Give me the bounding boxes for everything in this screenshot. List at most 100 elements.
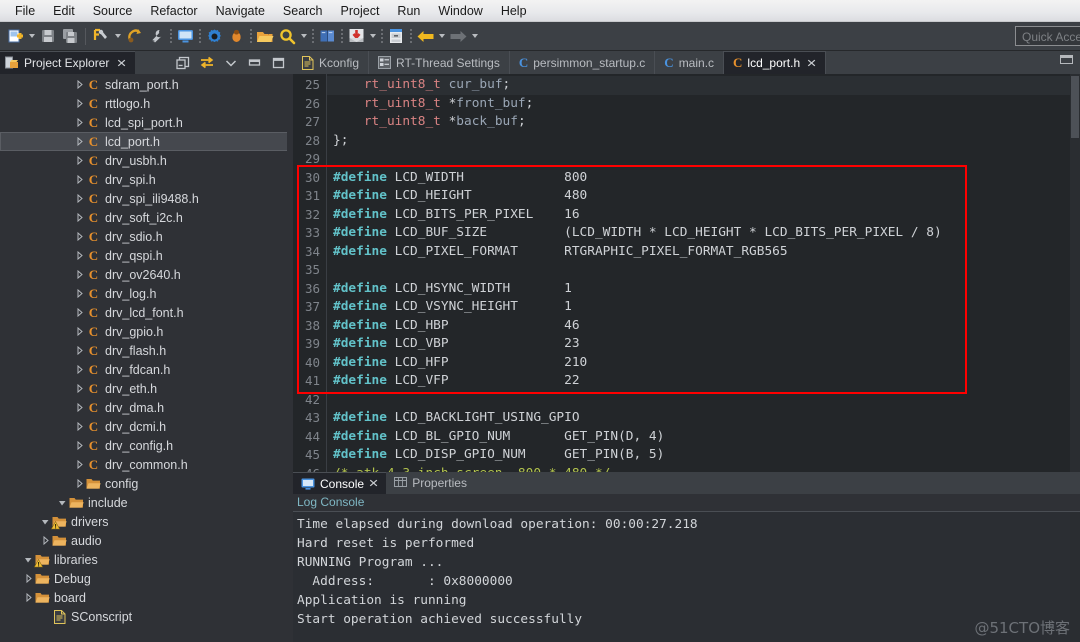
forward-arrow-icon[interactable] <box>447 25 469 47</box>
menu-item-source[interactable]: Source <box>84 1 142 21</box>
menu-item-refactor[interactable]: Refactor <box>141 1 206 21</box>
tree-item-drv-gpio-h[interactable]: Cdrv_gpio.h <box>0 322 293 341</box>
download-icon[interactable] <box>345 25 367 47</box>
tree-item-drv-flash-h[interactable]: Cdrv_flash.h <box>0 341 293 360</box>
tree-item-drivers[interactable]: drivers <box>0 512 293 531</box>
tree-item-debug[interactable]: Debug <box>0 569 293 588</box>
menu-item-search[interactable]: Search <box>274 1 332 21</box>
back-arrow-icon[interactable] <box>414 25 436 47</box>
maximize-icon[interactable] <box>271 55 286 70</box>
menu-item-project[interactable]: Project <box>332 1 389 21</box>
menu-item-edit[interactable]: Edit <box>44 1 84 21</box>
chevron-right-icon[interactable] <box>74 246 85 265</box>
code-line[interactable]: #define LCD_PIXEL_FORMAT RTGRAPHIC_PIXEL… <box>327 243 1080 262</box>
sync-icon[interactable] <box>199 55 214 70</box>
build-dropdown-caret[interactable] <box>112 26 123 46</box>
tree-item-drv-eth-h[interactable]: Cdrv_eth.h <box>0 379 293 398</box>
console-tab-console[interactable]: Console ✕ <box>293 472 387 494</box>
code-line[interactable]: }; <box>327 132 1080 151</box>
tree-item-drv-sdio-h[interactable]: Cdrv_sdio.h <box>0 227 293 246</box>
search-icon[interactable] <box>276 25 298 47</box>
chevron-right-icon[interactable] <box>74 455 85 474</box>
code-line[interactable]: #define LCD_HFP 210 <box>327 354 1080 373</box>
chevron-right-icon[interactable] <box>23 588 34 607</box>
tree-item-drv-qspi-h[interactable]: Cdrv_qspi.h <box>0 246 293 265</box>
tree-item-drv-fdcan-h[interactable]: Cdrv_fdcan.h <box>0 360 293 379</box>
tree-item-board[interactable]: board <box>0 588 293 607</box>
tree-item-rttlogo-h[interactable]: Crttlogo.h <box>0 94 293 113</box>
console-scrollbar[interactable] <box>1070 512 1080 642</box>
chevron-right-icon[interactable] <box>74 75 85 94</box>
tree-item-drv-common-h[interactable]: Cdrv_common.h <box>0 455 293 474</box>
wrench-icon[interactable] <box>145 25 167 47</box>
save-all-icon[interactable] <box>59 25 81 47</box>
chevron-right-icon[interactable] <box>74 284 85 303</box>
code-line[interactable]: #define LCD_VFP 22 <box>327 372 1080 391</box>
menu-item-navigate[interactable]: Navigate <box>207 1 274 21</box>
console-icon[interactable] <box>174 25 196 47</box>
tree-item-include[interactable]: include <box>0 493 293 512</box>
tree-item-drv-soft-i2c-h[interactable]: Cdrv_soft_i2c.h <box>0 208 293 227</box>
chevron-right-icon[interactable] <box>74 189 85 208</box>
code-line[interactable]: #define LCD_BACKLIGHT_USING_GPIO <box>327 409 1080 428</box>
project-tree[interactable]: Csdram_port.h Crttlogo.h Clcd_spi_port.h Cl… <box>0 74 293 642</box>
tree-item-drv-dcmi-h[interactable]: Cdrv_dcmi.h <box>0 417 293 436</box>
code-line[interactable]: rt_uint8_t cur_buf; <box>327 76 1080 95</box>
tree-item-libraries[interactable]: libraries <box>0 550 293 569</box>
code-line[interactable]: rt_uint8_t *front_buf; <box>327 95 1080 114</box>
code-line[interactable]: #define LCD_HSYNC_WIDTH 1 <box>327 280 1080 299</box>
code-content[interactable]: rt_uint8_t cur_buf; rt_uint8_t *front_bu… <box>327 74 1080 472</box>
tree-item-drv-lcd-font-h[interactable]: Cdrv_lcd_font.h <box>0 303 293 322</box>
new-file-dropdown-caret[interactable] <box>26 26 37 46</box>
code-line[interactable]: #define LCD_BITS_PER_PIXEL 16 <box>327 206 1080 225</box>
settings-icon[interactable] <box>203 25 225 47</box>
tree-item-drv-spi-ili9488-h[interactable]: Cdrv_spi_ili9488.h <box>0 189 293 208</box>
chevron-right-icon[interactable] <box>74 360 85 379</box>
search-dropdown-caret[interactable] <box>298 26 309 46</box>
book-icon[interactable] <box>316 25 338 47</box>
code-line[interactable]: #define LCD_BUF_SIZE (LCD_WIDTH * LCD_HE… <box>327 224 1080 243</box>
forward-dropdown-caret[interactable] <box>469 26 480 46</box>
chevron-right-icon[interactable] <box>74 322 85 341</box>
editor-tab-persimmon-startup-c[interactable]: Cpersimmon_startup.c <box>509 51 656 74</box>
editor-tab-kconfig[interactable]: Kconfig <box>293 51 370 74</box>
console-tab-properties[interactable]: Properties <box>386 472 475 494</box>
code-line[interactable]: #define LCD_BL_GPIO_NUM GET_PIN(D, 4) <box>327 428 1080 447</box>
chevron-right-icon[interactable] <box>74 474 85 493</box>
chevron-right-icon[interactable] <box>74 417 85 436</box>
editor-tab-main-c[interactable]: Cmain.c <box>655 51 725 74</box>
chevron-right-icon[interactable] <box>74 151 85 170</box>
open-project-icon[interactable] <box>254 25 276 47</box>
back-dropdown-caret[interactable] <box>436 26 447 46</box>
tree-item-sconscript[interactable]: SConscript <box>0 607 293 626</box>
chevron-down-icon[interactable] <box>57 493 68 512</box>
drawer-icon[interactable] <box>385 25 407 47</box>
chevron-right-icon[interactable] <box>40 531 51 550</box>
menu-item-file[interactable]: File <box>6 1 44 21</box>
chevron-down-icon[interactable] <box>40 512 51 531</box>
editor-tab-lcd-port-h[interactable]: Clcd_port.h ✕ <box>724 51 827 74</box>
tree-item-drv-config-h[interactable]: Cdrv_config.h <box>0 436 293 455</box>
code-line[interactable]: rt_uint8_t *back_buf; <box>327 113 1080 132</box>
chevron-right-icon[interactable] <box>74 398 85 417</box>
tree-item-drv-ov2640-h[interactable]: Cdrv_ov2640.h <box>0 265 293 284</box>
tree-item-lcd-port-h[interactable]: Clcd_port.h <box>0 132 293 151</box>
code-line[interactable]: #define LCD_DISP_GPIO_NUM GET_PIN(B, 5) <box>327 446 1080 465</box>
console-output[interactable]: Time elapsed during download operation: … <box>293 512 1080 642</box>
editor-tab-rt-thread-settings[interactable]: RT-Thread Settings <box>369 51 510 74</box>
code-line[interactable]: #define LCD_HBP 46 <box>327 317 1080 336</box>
debug-bug-icon[interactable] <box>225 25 247 47</box>
chevron-right-icon[interactable] <box>74 208 85 227</box>
code-line[interactable] <box>327 150 1080 169</box>
chevron-right-icon[interactable] <box>74 227 85 246</box>
menu-item-window[interactable]: Window <box>429 1 491 21</box>
chevron-right-icon[interactable] <box>74 94 85 113</box>
quick-access-input[interactable]: Quick Access <box>1015 26 1080 46</box>
code-line[interactable]: #define LCD_VBP 23 <box>327 335 1080 354</box>
chevron-right-icon[interactable] <box>74 265 85 284</box>
chevron-right-icon[interactable] <box>74 379 85 398</box>
code-line[interactable]: /* atk 4.3 inch screen, 800 * 480 */ <box>327 465 1080 473</box>
code-line[interactable]: #define LCD_HEIGHT 480 <box>327 187 1080 206</box>
menu-item-help[interactable]: Help <box>492 1 536 21</box>
menu-item-run[interactable]: Run <box>388 1 429 21</box>
